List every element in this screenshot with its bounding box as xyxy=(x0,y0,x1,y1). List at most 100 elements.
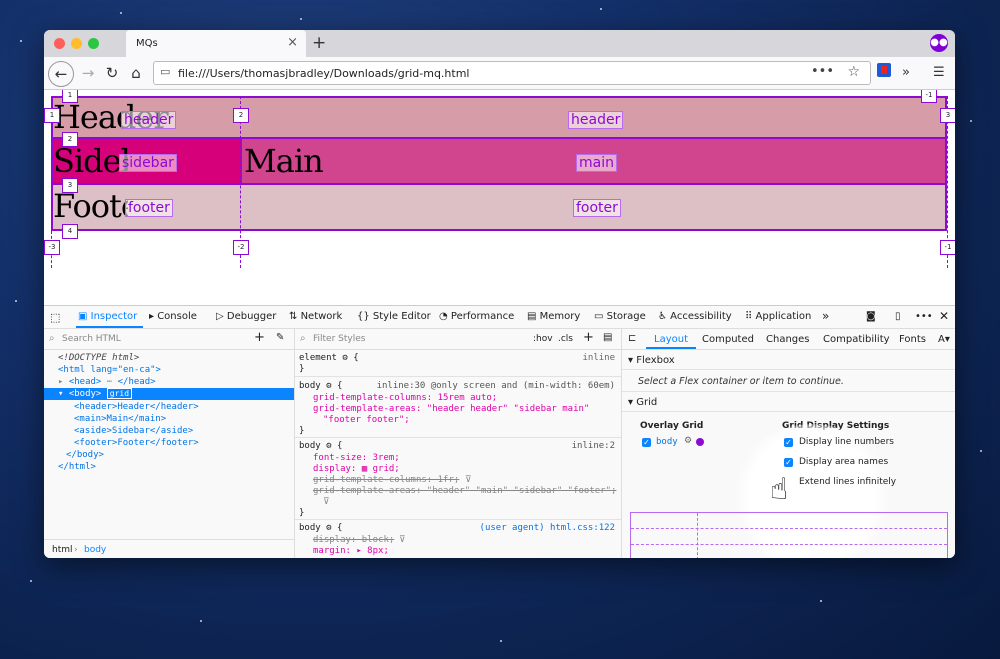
markup-aside[interactable]: <aside>Sidebar</aside> xyxy=(74,426,193,436)
close-tab-icon[interactable]: × xyxy=(287,35,298,50)
new-tab-button[interactable]: + xyxy=(312,33,326,53)
line-number-badge: 2 xyxy=(233,108,249,123)
rule-element-selector[interactable]: element ⚙ { xyxy=(299,353,359,363)
markup-body-close[interactable]: </body> xyxy=(66,450,104,460)
hover-state-toggle[interactable]: :hov xyxy=(533,334,553,344)
gear-icon[interactable]: ⚙ xyxy=(684,436,692,446)
css-declaration[interactable]: font-size: 3rem; xyxy=(313,453,400,463)
tab-debugger[interactable]: ▷ Debugger xyxy=(216,311,276,322)
hamburger-menu-icon[interactable]: ☰ xyxy=(933,65,945,80)
close-window-button[interactable] xyxy=(54,38,65,49)
display-line-numbers-label[interactable]: Display line numbers xyxy=(799,437,894,447)
close-devtools-icon[interactable]: ✕ xyxy=(939,309,949,323)
bookmark-star-icon[interactable]: ☆ xyxy=(847,64,860,80)
rule-source[interactable]: (user agent) html.css:122 xyxy=(480,523,615,533)
display-area-names-label[interactable]: Display area names xyxy=(799,457,888,467)
tab-application[interactable]: ⠿ Application xyxy=(745,311,811,322)
rule-source[interactable]: inline:2 xyxy=(572,441,615,451)
css-declaration[interactable]: display: ▦ grid; xyxy=(313,464,400,474)
url-text: file:///Users/thomasjbradley/Downloads/g… xyxy=(178,67,470,80)
back-button[interactable]: ← xyxy=(48,61,74,87)
tab-changes[interactable]: Changes xyxy=(766,334,810,345)
display-area-names-checkbox[interactable]: ✓ xyxy=(784,458,793,467)
more-tabs-icon[interactable]: A▾ xyxy=(938,334,950,345)
tab-storage[interactable]: ▭ Storage xyxy=(594,311,646,322)
filter-icon[interactable]: ⊽ xyxy=(399,535,406,545)
element-picker-icon[interactable]: ⬚ xyxy=(50,311,60,324)
rules-pane: ⌕ Filter Styles :hov .cls + ▤ element ⚙ … xyxy=(295,329,622,558)
tab-console[interactable]: ▸ Console xyxy=(149,311,197,322)
line-number-badge: -1 xyxy=(940,240,955,255)
rule-source[interactable]: inline xyxy=(582,353,615,363)
page-info-icon[interactable]: ▭ xyxy=(160,65,170,78)
extend-lines-label[interactable]: Extend lines infinitely xyxy=(799,477,896,487)
overflow-menu-button[interactable]: » xyxy=(902,65,910,80)
filter-icon[interactable]: ⊽ xyxy=(465,475,472,485)
area-label-footer: footer xyxy=(125,199,173,217)
filter-styles-input[interactable]: Filter Styles xyxy=(313,334,365,344)
css-declaration[interactable]: grid-template-columns: 15rem auto; xyxy=(313,393,497,403)
devtools-menu-icon[interactable]: ••• xyxy=(915,311,933,322)
overlay-grid-item[interactable]: body xyxy=(656,437,678,447)
more-tabs-icon[interactable]: » xyxy=(822,309,829,323)
tab-style-editor[interactable]: {} Style Editor xyxy=(357,311,431,322)
add-rule-icon[interactable]: + xyxy=(583,330,594,345)
markup-html-close[interactable]: </html> xyxy=(58,462,96,472)
css-declaration-overridden[interactable]: grid-template-columns: 1fr; xyxy=(313,475,459,485)
markup-header[interactable]: <header>Header</header> xyxy=(74,402,199,412)
css-declaration-overridden[interactable]: display: block; xyxy=(313,535,394,545)
rule-body-selector[interactable]: body ⚙ { xyxy=(299,523,342,533)
reload-button[interactable]: ↻ xyxy=(100,61,124,85)
breadcrumb-body[interactable]: body xyxy=(84,545,106,555)
eyedropper-icon[interactable]: ✎ xyxy=(276,332,284,343)
markup-html[interactable]: <html lang="en-ca"> xyxy=(58,365,161,375)
extension-icon[interactable] xyxy=(877,63,891,77)
tab-label: Storage xyxy=(606,311,646,322)
responsive-mode-icon[interactable]: ▯ xyxy=(895,311,901,322)
tab-accessibility[interactable]: ♿ Accessibility xyxy=(658,311,732,322)
browser-tab[interactable]: MQs × xyxy=(126,30,306,57)
breadcrumb-html[interactable]: html xyxy=(52,545,73,555)
forward-button[interactable]: → xyxy=(76,61,100,85)
print-media-icon[interactable]: ▤ xyxy=(603,332,612,343)
search-html-input[interactable]: Search HTML xyxy=(62,334,121,344)
tab-computed[interactable]: Computed xyxy=(702,334,754,345)
rule-body-selector[interactable]: body ⚙ { xyxy=(299,441,342,451)
markup-main[interactable]: <main>Main</main> xyxy=(74,414,166,424)
grid-section-header[interactable]: ▾ Grid xyxy=(628,397,657,408)
page-actions-button[interactable]: ••• xyxy=(811,64,834,79)
class-toggle[interactable]: .cls xyxy=(558,334,573,344)
tab-compatibility[interactable]: Compatibility xyxy=(823,334,890,345)
overlay-grid-checkbox[interactable]: ✓ xyxy=(642,438,651,447)
toggle-pane-icon[interactable]: ⊏ xyxy=(628,333,636,344)
filter-icon[interactable]: ⊽ xyxy=(323,497,330,507)
zoom-window-button[interactable] xyxy=(88,38,99,49)
screenshot-icon[interactable]: ◙ xyxy=(866,311,876,322)
tab-network[interactable]: ⇅ Network xyxy=(289,311,342,322)
css-declaration-continued: "footer footer"; xyxy=(323,415,410,425)
rule-body-selector[interactable]: body ⚙ { xyxy=(299,381,342,391)
tab-memory[interactable]: ▤ Memory xyxy=(527,311,580,322)
markup-doctype[interactable]: <!DOCTYPE html> xyxy=(58,353,139,363)
markup-footer[interactable]: <footer>Footer</footer> xyxy=(74,438,199,448)
rule-source[interactable]: inline:30 @only screen and (min-width: 6… xyxy=(377,381,615,391)
tab-fonts[interactable]: Fonts xyxy=(899,334,926,345)
markup-pane: ⌕ Search HTML + ✎ <!DOCTYPE html> <html … xyxy=(44,329,295,558)
display-line-numbers-checkbox[interactable]: ✓ xyxy=(784,438,793,447)
tab-layout[interactable]: Layout xyxy=(654,334,688,345)
markup-head[interactable]: ▸ <head> ⋯ </head> xyxy=(58,377,156,387)
add-node-icon[interactable]: + xyxy=(254,330,265,345)
markup-body-selected[interactable]: ▾ <body> grid xyxy=(58,388,133,399)
minimize-window-button[interactable] xyxy=(71,38,82,49)
tab-performance[interactable]: ◔ Performance xyxy=(439,311,514,322)
url-bar[interactable]: ▭ file:///Users/thomasjbradley/Downloads… xyxy=(153,61,871,85)
flexbox-section-header[interactable]: ▾ Flexbox xyxy=(628,355,675,366)
grid-badge[interactable]: grid xyxy=(106,388,133,399)
home-button[interactable]: ⌂ xyxy=(124,61,148,85)
grid-color-swatch[interactable] xyxy=(696,438,704,446)
css-declaration[interactable]: grid-template-areas: "header header" "si… xyxy=(313,404,589,414)
section-title: Flexbox xyxy=(636,355,675,366)
tab-inspector[interactable]: ▣ Inspector xyxy=(78,311,137,322)
css-declaration-overridden[interactable]: grid-template-areas: "header" "main" "si… xyxy=(313,486,616,496)
css-declaration[interactable]: margin: ▸ 8px; xyxy=(313,546,389,556)
